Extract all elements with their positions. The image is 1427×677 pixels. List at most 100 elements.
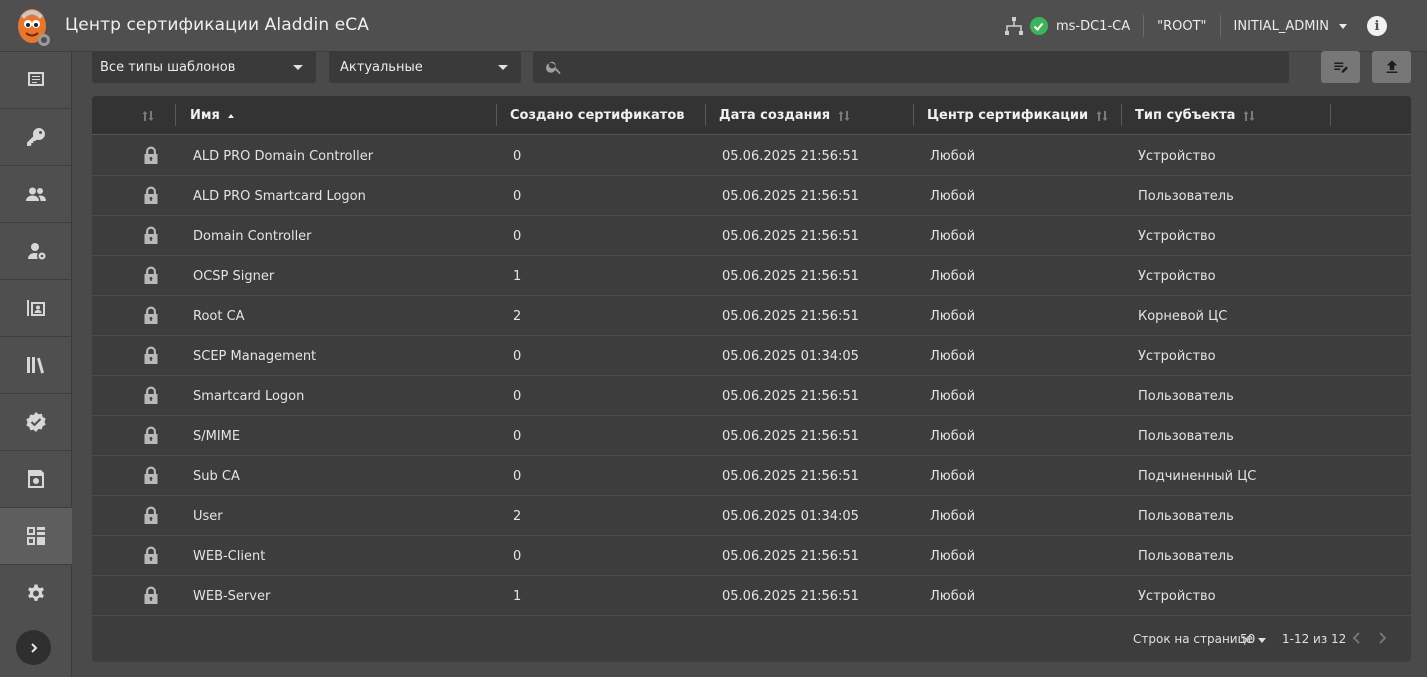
sidebar-item-templates[interactable] (0, 508, 72, 565)
prev-page-button[interactable] (1350, 631, 1364, 645)
info-icon[interactable]: i (1367, 16, 1387, 36)
cell-issued: 0 (513, 148, 522, 164)
cell-created: 05.06.2025 21:56:51 (722, 268, 859, 284)
lock-icon (144, 426, 158, 444)
cell-issued: 2 (513, 308, 522, 324)
cell-ca: Любой (930, 348, 976, 364)
upload-button[interactable] (1372, 51, 1411, 83)
lock-icon (144, 506, 158, 524)
users-icon (26, 187, 46, 201)
app-header: Центр сертификации Aladdin eCA ms-DC1-CA… (0, 0, 1427, 52)
network-icon[interactable] (1004, 16, 1024, 36)
table-row[interactable]: OCSP Signer 1 05.06.2025 21:56:51 Любой Устр… (92, 256, 1411, 296)
column-header-subject-type[interactable]: Тип субъекта (1135, 96, 1255, 135)
column-header-issued[interactable]: Создано сертификатов (510, 96, 685, 135)
search-input[interactable] (573, 51, 1273, 83)
cell-issued: 2 (513, 508, 522, 524)
table-row[interactable]: SCEP Management 0 05.06.2025 01:34:05 Любой… (92, 336, 1411, 376)
cell-issued: 0 (513, 548, 522, 564)
table-row[interactable]: Domain Controller 0 05.06.2025 21:56:51 Люб… (92, 216, 1411, 256)
cell-name: Smartcard Logon (193, 388, 305, 404)
cell-ca: Любой (930, 268, 976, 284)
verified-icon (26, 412, 46, 432)
chevron-down-icon[interactable] (1339, 23, 1347, 29)
user-menu[interactable]: INITIAL_ADMIN (1234, 19, 1329, 34)
column-divider (1121, 104, 1122, 126)
template-type-select[interactable]: Все типы шаблонов (92, 51, 316, 83)
sidebar-item-users[interactable] (0, 166, 72, 223)
admin-icon (28, 243, 46, 260)
lock-icon (144, 146, 158, 164)
cell-subject-type: Подчиненный ЦС (1138, 468, 1257, 484)
cell-issued: 1 (513, 588, 522, 604)
column-header-ca[interactable]: Центр сертификации (927, 96, 1108, 135)
cell-ca: Любой (930, 428, 976, 444)
cell-subject-type: Пользователь (1138, 388, 1234, 404)
sidebar-item-settings[interactable] (0, 565, 72, 622)
cell-name: Domain Controller (193, 228, 312, 244)
cell-created: 05.06.2025 21:56:51 (722, 468, 859, 484)
cell-subject-type: Пользователь (1138, 428, 1234, 444)
table-row[interactable]: WEB-Client 0 05.06.2025 21:56:51 Любой Польз… (92, 536, 1411, 576)
sidebar-expand-button[interactable] (16, 630, 51, 665)
sidebar-item-revocation[interactable] (0, 451, 72, 508)
cell-name: ALD PRO Domain Controller (193, 148, 374, 164)
sort-icon (1243, 110, 1255, 121)
cell-issued: 0 (513, 228, 522, 244)
chevron-down-icon[interactable] (1258, 638, 1266, 643)
sidebar-item-dashboard[interactable] (0, 52, 72, 109)
key-icon (27, 127, 45, 146)
table-row[interactable]: Sub CA 0 05.06.2025 21:56:51 Любой Подчиненн… (92, 456, 1411, 496)
table-row[interactable]: ALD PRO Smartcard Logon 0 05.06.2025 21:56… (92, 176, 1411, 216)
sidebar-item-keys[interactable] (0, 109, 72, 166)
pagination: Строк на странице 50 1-12 из 12 (92, 617, 1411, 662)
sidebar-item-administrators[interactable] (0, 223, 72, 280)
lock-icon (144, 186, 158, 204)
sidebar-item-certificates[interactable] (0, 394, 72, 451)
cell-subject-type: Устройство (1138, 588, 1216, 604)
edit-columns-button[interactable] (1321, 51, 1360, 83)
table-row[interactable]: S/MIME 0 05.06.2025 21:56:51 Любой Пользоват… (92, 416, 1411, 456)
status-filter-select[interactable]: Актуальные (329, 51, 521, 83)
chevron-down-icon (498, 65, 508, 70)
cell-issued: 0 (513, 388, 522, 404)
next-page-button[interactable] (1375, 631, 1389, 645)
table-row[interactable]: Smartcard Logon 0 05.06.2025 21:56:51 Любой… (92, 376, 1411, 416)
sort-icon (142, 110, 154, 121)
table-header: Имя Создано сертификатов Дата создания Ц… (92, 96, 1411, 135)
search-box (533, 51, 1289, 83)
gear-icon (28, 584, 44, 601)
cell-created: 05.06.2025 21:56:51 (722, 428, 859, 444)
ca-name[interactable]: ms-DC1-CA (1056, 19, 1130, 34)
sidebar-item-library[interactable] (0, 337, 72, 394)
cell-subject-type: Корневой ЦС (1138, 308, 1228, 324)
lock-column-sort[interactable] (142, 96, 154, 135)
templates-icon (27, 527, 45, 545)
cell-subject-type: Устройство (1138, 148, 1216, 164)
column-divider (496, 104, 497, 126)
column-header-issued-label: Создано сертификатов (510, 108, 685, 123)
rows-per-page-select[interactable]: 50 (1240, 632, 1255, 646)
cell-ca: Любой (930, 588, 976, 604)
cell-name: User (193, 508, 223, 524)
table-row[interactable]: WEB-Server 1 05.06.2025 21:56:51 Любой Устро… (92, 576, 1411, 616)
template-type-value: Все типы шаблонов (100, 59, 236, 75)
table-row[interactable]: ALD PRO Domain Controller 0 05.06.2025 21:… (92, 136, 1411, 176)
column-header-name-label: Имя (190, 108, 220, 123)
cell-created: 05.06.2025 21:56:51 (722, 188, 859, 204)
column-header-created[interactable]: Дата создания (719, 96, 850, 135)
search-icon (546, 61, 561, 75)
root-label[interactable]: "ROOT" (1157, 19, 1206, 34)
lock-icon (144, 466, 158, 484)
lock-icon (144, 546, 158, 564)
table-row[interactable]: Root CA 2 05.06.2025 21:56:51 Любой Корневой… (92, 296, 1411, 336)
pagination-range: 1-12 из 12 (1282, 632, 1347, 646)
rows-per-page-label: Строк на странице (1133, 632, 1254, 646)
cell-subject-type: Устройство (1138, 268, 1216, 284)
sidebar-item-requests[interactable] (0, 280, 72, 337)
table-row[interactable]: User 2 05.06.2025 01:34:05 Любой Пользовател… (92, 496, 1411, 536)
column-header-name[interactable]: Имя (190, 96, 234, 135)
upload-icon (1386, 60, 1397, 73)
header-status-bar: ms-DC1-CA "ROOT" INITIAL_ADMIN i (1004, 0, 1427, 52)
column-divider (1330, 104, 1331, 126)
